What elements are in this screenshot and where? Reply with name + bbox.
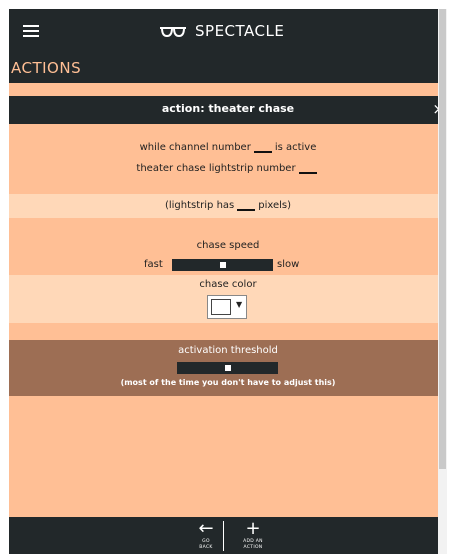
pixels-label: (lightstrip has [164, 200, 235, 211]
go-back-label-2: BACK [199, 545, 213, 550]
nav-divider [223, 521, 224, 551]
app-window: SPECTACLE ACTIONS action: theater chase … [9, 9, 447, 554]
lightstrip-number-input[interactable] [298, 162, 317, 174]
hamburger-menu-icon[interactable] [23, 25, 39, 37]
channel-line: while channel number is active [9, 141, 447, 153]
chase-speed-slider[interactable] [172, 259, 273, 271]
lightstrip-label: theater chase lightstrip number [136, 163, 296, 174]
pixels-line: (lightstrip has pixels) [9, 199, 447, 211]
back-arrow-icon: ← [198, 518, 214, 539]
threshold-slider[interactable] [177, 362, 278, 374]
channel-suffix: is active [274, 142, 317, 153]
action-card-title: action: theater chase [161, 102, 295, 115]
color-swatch [211, 299, 231, 315]
speed-slow-label: slow [277, 259, 300, 270]
spectacles-logo-icon [160, 27, 186, 37]
plus-icon: + [245, 518, 261, 539]
scrollbar-thumb[interactable] [439, 9, 446, 469]
add-action-label-2: ACTION [243, 545, 263, 550]
channel-number-input[interactable] [253, 141, 272, 153]
chase-color-picker[interactable]: ▼ [207, 295, 247, 319]
brand: SPECTACLE [159, 19, 284, 43]
bottom-nav: ← GO BACK + ADD AN ACTION [9, 517, 447, 554]
channel-label: while channel number [139, 142, 251, 153]
pixels-suffix: pixels) [258, 200, 292, 211]
go-back-button[interactable]: ← GO BACK [191, 519, 221, 551]
spacer [9, 83, 447, 96]
slider-thumb[interactable] [224, 365, 231, 371]
page-title: ACTIONS [11, 59, 82, 77]
chase-speed-label: chase speed [196, 240, 260, 251]
slider-thumb[interactable] [219, 262, 226, 268]
chase-color-label: chase color [199, 279, 257, 290]
top-bar: SPECTACLE ACTIONS [9, 9, 447, 83]
add-action-button[interactable]: + ADD AN ACTION [238, 519, 268, 551]
brand-title: SPECTACLE [195, 22, 285, 40]
scrollbar[interactable] [438, 9, 447, 554]
pixel-count-input[interactable] [237, 199, 256, 211]
chevron-down-icon: ▼ [236, 300, 243, 309]
threshold-label: activation threshold [178, 345, 278, 356]
threshold-note: (most of the time you don't have to adju… [120, 378, 336, 387]
speed-fast-label: fast [144, 259, 163, 270]
lightstrip-line: theater chase lightstrip number [9, 162, 447, 174]
action-card-header: action: theater chase × [9, 96, 447, 124]
